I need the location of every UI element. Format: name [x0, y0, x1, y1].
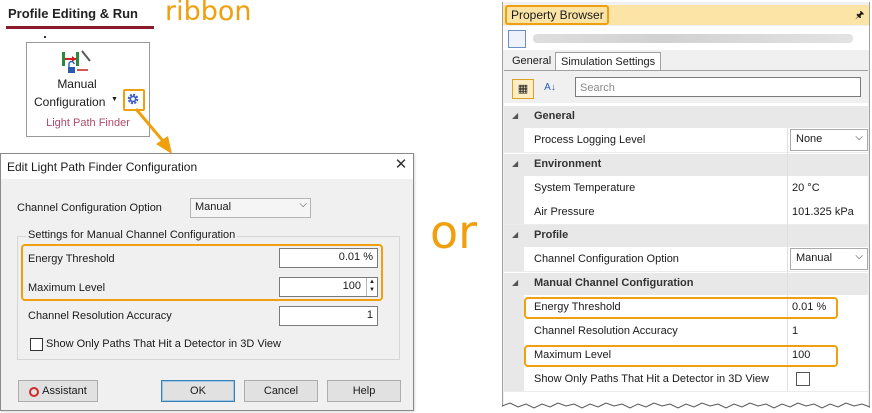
manual-configuration-label-line1[interactable]: Manual	[51, 77, 103, 91]
chevron-down-icon[interactable]: ▼	[111, 96, 118, 103]
channel-configuration-option-value: Manual	[796, 252, 833, 264]
gear-icon	[127, 93, 139, 105]
or-separator: or	[430, 205, 478, 259]
channel-configuration-option-select[interactable]: Manual ⌵	[190, 198, 311, 218]
categorized-view-icon[interactable]: ▦	[512, 79, 534, 99]
channel-configuration-option-value: Manual	[195, 201, 232, 213]
ribbon-annotation: ribbon	[165, 0, 252, 27]
show-only-paths-checkbox[interactable]	[796, 372, 810, 386]
category-environment[interactable]: ◢ Environment	[504, 154, 868, 176]
row-system-temperature: System Temperature 20 °C	[504, 176, 868, 201]
maximum-level-label: Maximum Level	[28, 282, 106, 294]
energy-threshold-value: 0.01 %	[338, 251, 373, 263]
lifebuoy-icon	[29, 387, 40, 397]
air-pressure-label: Air Pressure	[534, 206, 595, 218]
edit-light-path-finder-dialog: Edit Light Path Finder Configuration ✕ C…	[0, 153, 414, 411]
cancel-button[interactable]: Cancel	[244, 380, 318, 402]
category-manual-label: Manual Channel Configuration	[534, 277, 694, 289]
show-only-paths-label: Show Only Paths That Hit a Detector in 3…	[46, 338, 281, 350]
process-logging-level-select[interactable]: None ⌵	[790, 129, 868, 151]
row-channel-resolution-accuracy: Channel Resolution Accuracy 1	[504, 319, 868, 344]
property-grid: ▦ A↓ Search ◢ General Process Logging Le…	[504, 70, 868, 412]
air-pressure-value[interactable]: 101.325 kPa	[792, 206, 854, 218]
channel-resolution-input[interactable]: 1	[279, 306, 378, 326]
annotation-arrow	[134, 108, 172, 154]
process-logging-level-label: Process Logging Level	[534, 134, 646, 146]
help-button[interactable]: Help	[327, 380, 401, 402]
search-input[interactable]: Search	[575, 77, 861, 97]
ok-button[interactable]: OK	[161, 380, 235, 402]
gutter	[504, 176, 524, 224]
row-air-pressure: Air Pressure 101.325 kPa	[504, 200, 868, 225]
chevron-down-icon: ⌵	[299, 199, 307, 210]
dialog-title: Edit Light Path Finder Configuration	[7, 160, 198, 174]
maximum-level-stepper[interactable]: 100 ▲ ▼	[279, 277, 378, 297]
channel-resolution-label: Channel Resolution Accuracy	[534, 325, 678, 337]
category-profile[interactable]: ◢ Profile	[504, 225, 868, 247]
collapse-icon[interactable]: ◢	[512, 159, 518, 168]
blurred-path	[533, 34, 853, 43]
close-icon[interactable]: ✕	[393, 157, 409, 173]
chevron-down-icon: ⌵	[855, 132, 863, 143]
ribbon-tab-underline	[6, 26, 154, 29]
category-general[interactable]: ◢ General	[504, 106, 868, 128]
torn-edge	[502, 402, 870, 412]
gutter	[504, 295, 524, 391]
highlight-frame	[524, 297, 838, 319]
category-general-label: General	[534, 110, 575, 122]
category-environment-label: Environment	[534, 158, 602, 170]
sort-alphabetical-icon[interactable]: A↓	[540, 79, 560, 97]
ribbon-dot	[44, 36, 46, 38]
spinner[interactable]: ▲ ▼	[366, 278, 377, 296]
show-only-paths-checkbox[interactable]	[30, 338, 43, 351]
highlight-frame	[524, 345, 838, 367]
category-manual-channel-configuration[interactable]: ◢ Manual Channel Configuration	[504, 273, 868, 295]
channel-configuration-option-label: Channel Configuration Option	[534, 253, 679, 265]
ribbon-tab-profile-editing[interactable]: Profile Editing & Run	[8, 6, 138, 21]
collapse-icon[interactable]: ◢	[512, 111, 518, 120]
manual-configuration-icon[interactable]	[54, 47, 98, 77]
gutter	[504, 128, 524, 152]
system-temperature-label: System Temperature	[534, 182, 636, 194]
channel-resolution-value: 1	[366, 309, 373, 321]
channel-resolution-label: Channel Resolution Accuracy	[28, 310, 172, 322]
category-profile-label: Profile	[534, 229, 569, 241]
row-show-only-paths: Show Only Paths That Hit a Detector in 3…	[504, 367, 868, 392]
show-only-paths-label: Show Only Paths That Hit a Detector in 3…	[534, 373, 769, 385]
process-logging-level-value: None	[796, 133, 823, 145]
collapse-icon[interactable]: ◢	[512, 278, 518, 287]
energy-threshold-input[interactable]: 0.01 %	[279, 248, 378, 268]
assistant-button[interactable]: Assistant	[18, 380, 98, 402]
chevron-down-icon: ⌵	[855, 251, 863, 262]
document-icon[interactable]	[508, 30, 526, 48]
system-temperature-value[interactable]: 20 °C	[792, 182, 820, 194]
property-browser-panel: Property Browser 🖈 General Simulation Se…	[502, 2, 870, 412]
collapse-icon[interactable]: ◢	[512, 230, 518, 239]
manual-configuration-label-line2[interactable]: Configuration	[34, 95, 105, 109]
gutter	[504, 247, 524, 271]
tab-simulation-settings[interactable]: Simulation Settings	[555, 52, 662, 71]
manual-settings-group-title: Settings for Manual Channel Configuratio…	[26, 229, 238, 241]
chevron-up-icon[interactable]: ▲	[367, 278, 377, 286]
property-browser-title: Property Browser	[505, 5, 609, 25]
channel-configuration-option-label: Channel Configuration Option	[17, 202, 162, 214]
channel-resolution-value[interactable]: 1	[792, 325, 798, 337]
energy-threshold-label: Energy Threshold	[28, 253, 115, 265]
channel-configuration-option-select[interactable]: Manual ⌵	[790, 248, 868, 270]
chevron-down-icon[interactable]: ▼	[367, 286, 377, 294]
pin-icon[interactable]: 🖈	[855, 8, 864, 25]
maximum-level-value: 100	[342, 280, 361, 292]
assistant-button-label: Assistant	[42, 385, 87, 397]
tab-general[interactable]: General	[507, 52, 556, 70]
